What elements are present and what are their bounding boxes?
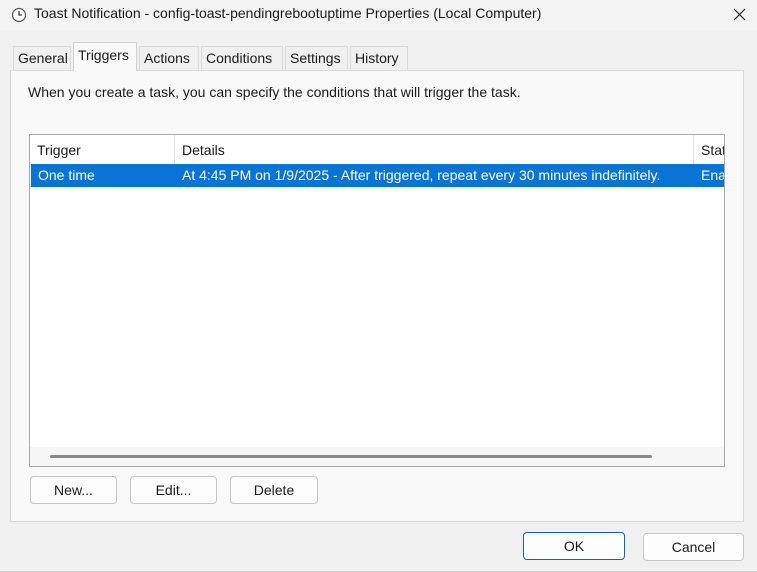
close-button[interactable] [722,0,757,28]
tab-history[interactable]: History [350,46,408,70]
column-header-status[interactable]: Stat [694,135,724,164]
column-header-trigger[interactable]: Trigger [30,135,175,164]
status-cell: Ena [701,167,725,183]
list-header: Trigger Details Stat [30,135,724,164]
tab-actions[interactable]: Actions [139,46,199,70]
window-title: Toast Notification - config-toast-pendin… [34,5,542,21]
edit-trigger-button[interactable]: Edit... [130,476,217,504]
triggers-list[interactable]: Trigger Details Stat One time At 4:45 PM… [29,134,725,467]
tab-conditions[interactable]: Conditions [201,46,283,70]
details-cell: At 4:45 PM on 1/9/2025 - After triggered… [182,167,661,183]
clock-icon [11,7,27,23]
tab-triggers[interactable]: Triggers [73,42,137,71]
column-header-details[interactable]: Details [175,135,694,164]
tab-general[interactable]: General [13,46,71,70]
delete-trigger-button[interactable]: Delete [230,476,318,504]
ok-button[interactable]: OK [523,532,625,560]
cancel-button[interactable]: Cancel [643,533,744,561]
new-trigger-button[interactable]: New... [30,476,117,504]
scrollbar-thumb[interactable] [50,455,652,458]
properties-dialog: Toast Notification - config-toast-pendin… [0,0,757,572]
triggers-description: When you create a task, you can specify … [28,84,521,100]
table-row[interactable]: One time At 4:45 PM on 1/9/2025 - After … [31,164,725,187]
trigger-cell: One time [38,167,95,183]
close-icon [733,8,746,20]
horizontal-scrollbar[interactable] [30,447,724,466]
tab-settings[interactable]: Settings [285,46,348,70]
title-bar: Toast Notification - config-toast-pendin… [0,0,757,30]
